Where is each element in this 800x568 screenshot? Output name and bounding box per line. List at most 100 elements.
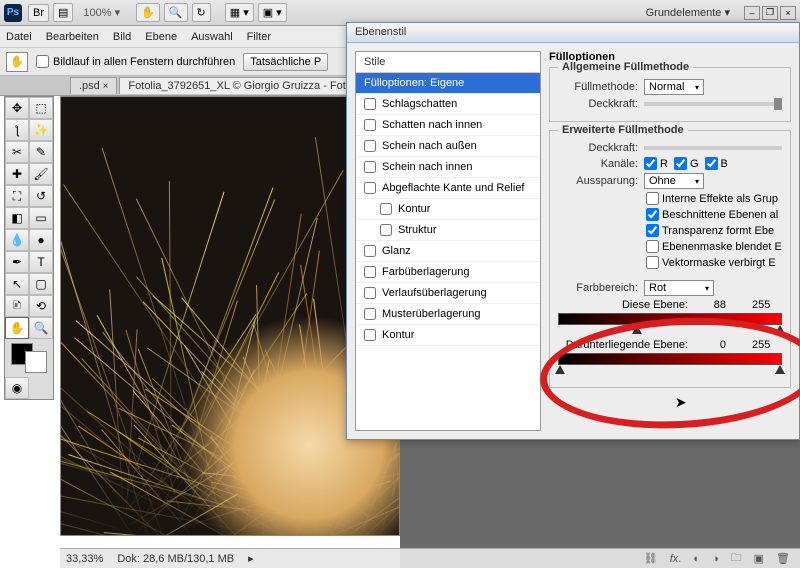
fx-icon[interactable]: fx. [670, 553, 682, 565]
arrange-icon[interactable]: ▦ ▾ [225, 3, 254, 22]
window-controls: – ❐ × [744, 6, 796, 20]
type-tool[interactable]: T [29, 251, 53, 273]
scroll-all-checkbox[interactable]: Bildlauf in allen Fenstern durchführen [36, 55, 235, 68]
zoom-level[interactable]: 100% ▾ [77, 6, 126, 19]
rotate-icon[interactable]: ↻ [192, 3, 211, 22]
style-item[interactable]: Kontur [356, 199, 540, 220]
blend-mode-label: Füllmethode: [558, 81, 638, 93]
color-swatch[interactable] [9, 343, 49, 373]
channel-r[interactable]: R [644, 157, 668, 170]
style-item[interactable]: Kontur [356, 325, 540, 346]
trash-icon[interactable]: 🗑 [776, 552, 790, 565]
blendif-select[interactable]: Rot [644, 280, 714, 296]
eyedropper-tool[interactable]: ✎ [29, 141, 53, 163]
heal-tool[interactable]: ✚ [5, 163, 29, 185]
screen-mode-icon[interactable]: ▣ ▾ [258, 3, 287, 22]
menu-layer[interactable]: Ebene [145, 31, 177, 43]
style-item[interactable]: Abgeflachte Kante und Relief [356, 178, 540, 199]
3d-tool[interactable]: ⟲ [29, 295, 53, 317]
bridge-button[interactable]: Br [28, 4, 49, 22]
style-item[interactable]: Schein nach außen [356, 136, 540, 157]
under-layer-slider[interactable] [558, 353, 782, 365]
ps-icon: Ps [4, 4, 22, 22]
lasso-tool[interactable]: ƪ [5, 119, 29, 141]
style-item[interactable]: Farbüberlagerung [356, 262, 540, 283]
restore-button[interactable]: ❐ [762, 6, 778, 20]
workspace-switcher[interactable]: Grundelemente ▾ [638, 6, 738, 19]
this-layer-label: Diese Ebene: [558, 299, 688, 311]
general-blending-group: Allgemeine Füllmethode Füllmethode: Norm… [549, 67, 791, 122]
hand-icon: ✋ [6, 52, 28, 72]
hand-tool-icon[interactable]: ✋ [136, 3, 160, 22]
pen-tool[interactable]: ✒ [5, 251, 29, 273]
bottom-statusbar: ⛓ fx. ◐ ◑ 🗀 ▣ 🗑 [400, 548, 800, 568]
under-high-value: 255 [752, 339, 782, 351]
move-tool[interactable]: ✥ [5, 97, 29, 119]
wand-tool[interactable]: ✨ [29, 119, 53, 141]
crop-tool[interactable]: ✂ [5, 141, 29, 163]
mask-icon[interactable]: ◐ [693, 553, 700, 565]
adv-check-1[interactable]: Interne Effekte als Grup [646, 192, 778, 205]
knockout-select[interactable]: Ohne [644, 173, 704, 189]
opacity-label: Deckkraft: [558, 98, 638, 110]
fill-opacity-slider[interactable] [644, 146, 782, 150]
group2-title: Erweiterte Füllmethode [558, 124, 688, 136]
menu-select[interactable]: Auswahl [191, 31, 233, 43]
style-list: Stile Fülloptionen: EigeneSchlagschatten… [355, 51, 541, 431]
zoom-tool[interactable]: 🔍 [29, 317, 53, 339]
status-dok: Dok: 28,6 MB/130,1 MB [117, 553, 234, 565]
style-item[interactable]: Schein nach innen [356, 157, 540, 178]
gradient-tool[interactable]: ▭ [29, 207, 53, 229]
style-item[interactable]: Fülloptionen: Eigene [356, 73, 540, 94]
new-icon[interactable]: ▣ [754, 552, 764, 565]
advanced-blending-group: Erweiterte Füllmethode Deckkraft: Kanäle… [549, 130, 791, 388]
hand-tool[interactable]: ✋ [5, 317, 29, 339]
path-tool[interactable]: ↖ [5, 273, 29, 295]
actual-pixels-button[interactable]: Tatsächliche P [243, 53, 328, 71]
knockout-label: Aussparung: [558, 175, 638, 187]
history-brush-tool[interactable]: ↺ [29, 185, 53, 207]
tab-doc1[interactable]: .psd × [70, 77, 117, 94]
adjust-icon[interactable]: ◑ [712, 553, 719, 565]
this-layer-slider[interactable] [558, 313, 782, 325]
layer-style-dialog: Ebenenstil Stile Fülloptionen: EigeneSch… [346, 22, 800, 440]
channel-b[interactable]: B [705, 157, 728, 170]
style-item[interactable]: Schlagschatten [356, 94, 540, 115]
link-icon[interactable]: ⛓ [644, 552, 658, 565]
blur-tool[interactable]: 💧 [5, 229, 29, 251]
close-button[interactable]: × [780, 6, 796, 20]
adv-check-4[interactable]: Ebenenmaske blendet E [646, 240, 782, 253]
shape-tool[interactable]: ▢ [29, 273, 53, 295]
opacity-slider[interactable] [644, 102, 782, 106]
marquee-tool[interactable]: ⬚ [29, 97, 53, 119]
status-zoom: 33,33% [66, 553, 103, 565]
adv-check-2[interactable]: Beschnittene Ebenen al [646, 208, 778, 221]
notes-tool[interactable]: 🗈 [5, 295, 29, 317]
menu-image[interactable]: Bild [113, 31, 131, 43]
menu-filter[interactable]: Filter [247, 31, 271, 43]
folder-icon[interactable]: 🗀 [731, 549, 742, 568]
stamp-tool[interactable]: ⛶ [5, 185, 29, 207]
style-item[interactable]: Glanz [356, 241, 540, 262]
menu-file[interactable]: Datei [6, 31, 32, 43]
film-icon[interactable]: ▤ [53, 3, 73, 22]
tab-doc2[interactable]: Fotolia_3792651_XL © Giorgio Gruizza - F… [119, 77, 354, 94]
brush-tool[interactable]: 🖌 [29, 163, 53, 185]
adv-check-3[interactable]: Transparenz formt Ebe [646, 224, 774, 237]
style-item[interactable]: Struktur [356, 220, 540, 241]
minimize-button[interactable]: – [744, 6, 760, 20]
quickmask-tool[interactable]: ◉ [5, 377, 29, 399]
under-layer-label: Darunterliegende Ebene: [558, 339, 688, 351]
channel-g[interactable]: G [674, 157, 699, 170]
menu-edit[interactable]: Bearbeiten [46, 31, 99, 43]
adv-check-5[interactable]: Vektormaske verbirgt E [646, 256, 776, 269]
style-item[interactable]: Musterüberlagerung [356, 304, 540, 325]
dodge-tool[interactable]: ● [29, 229, 53, 251]
eraser-tool[interactable]: ◧ [5, 207, 29, 229]
blendif-label: Farbbereich: [558, 282, 638, 294]
zoom-tool-icon[interactable]: 🔍 [164, 3, 188, 22]
style-item[interactable]: Schatten nach innen [356, 115, 540, 136]
blend-mode-select[interactable]: Normal [644, 79, 704, 95]
channels-label: Kanäle: [558, 158, 638, 170]
style-item[interactable]: Verlaufsüberlagerung [356, 283, 540, 304]
